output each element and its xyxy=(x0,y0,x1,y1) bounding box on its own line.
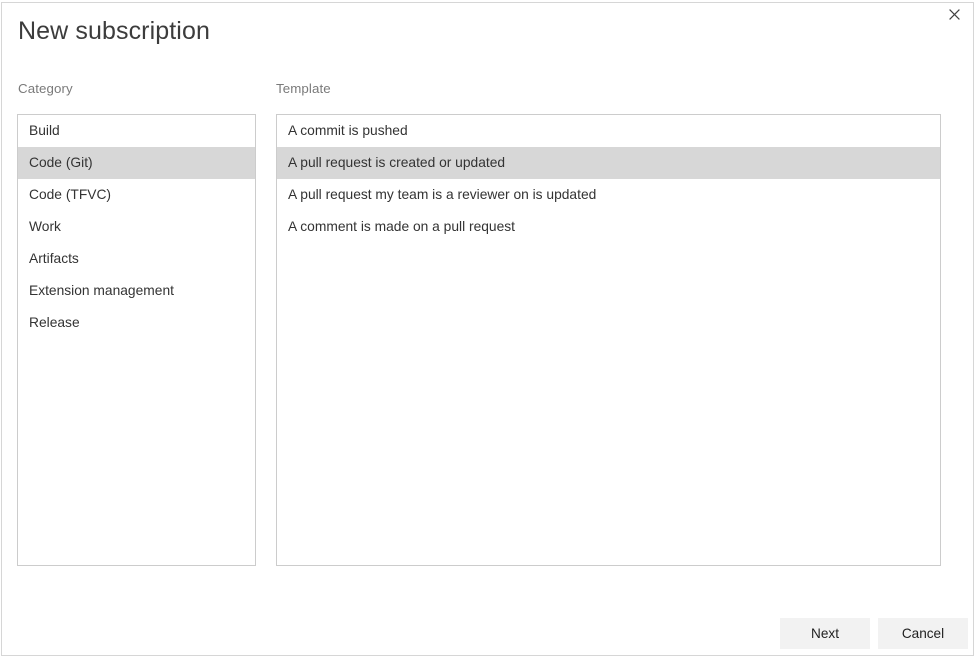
list-item-category-code-git[interactable]: Code (Git) xyxy=(18,147,255,179)
list-item-category-extension-management[interactable]: Extension management xyxy=(18,275,255,307)
list-item-category-artifacts[interactable]: Artifacts xyxy=(18,243,255,275)
list-item-template-commit-pushed[interactable]: A commit is pushed xyxy=(277,115,940,147)
template-listbox[interactable]: A commit is pushed A pull request is cre… xyxy=(276,114,941,566)
page-title: New subscription xyxy=(18,17,210,45)
footer-actions: Next Cancel xyxy=(2,618,973,649)
close-icon xyxy=(948,9,960,22)
template-label: Template xyxy=(276,81,331,96)
list-item-category-build[interactable]: Build xyxy=(18,115,255,147)
next-button[interactable]: Next xyxy=(780,618,870,649)
list-item-template-pull-request-created-updated[interactable]: A pull request is created or updated xyxy=(277,147,940,179)
list-item-template-pull-request-team-reviewer[interactable]: A pull request my team is a reviewer on … xyxy=(277,179,940,211)
list-item-category-work[interactable]: Work xyxy=(18,211,255,243)
category-label: Category xyxy=(18,81,73,96)
category-listbox[interactable]: Build Code (Git) Code (TFVC) Work Artifa… xyxy=(17,114,256,566)
list-item-category-code-tfvc[interactable]: Code (TFVC) xyxy=(18,179,255,211)
close-button[interactable] xyxy=(939,3,969,29)
list-item-category-release[interactable]: Release xyxy=(18,307,255,339)
list-item-template-comment-on-pull-request[interactable]: A comment is made on a pull request xyxy=(277,211,940,243)
new-subscription-dialog: New subscription Category Template Build… xyxy=(1,2,974,656)
cancel-button[interactable]: Cancel xyxy=(878,618,968,649)
